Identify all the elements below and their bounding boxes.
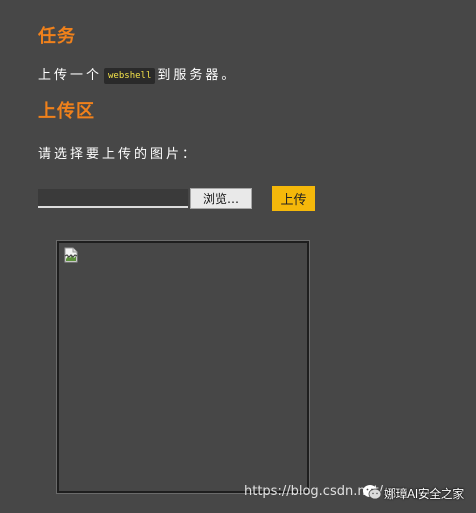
task-description: 上传一个 webshell 到服务器。 bbox=[38, 64, 237, 84]
task-text-before: 上传一个 bbox=[38, 68, 103, 83]
file-path-field[interactable] bbox=[38, 189, 188, 208]
upload-heading: 上传区 bbox=[38, 101, 95, 122]
webshell-code: webshell bbox=[104, 68, 156, 84]
browse-button[interactable]: 浏览… bbox=[190, 188, 252, 209]
page: 任务 上传一个 webshell 到服务器。 上传区 请选择要上传的图片： 浏览… … bbox=[0, 0, 476, 513]
image-preview-box bbox=[56, 240, 310, 494]
watermark-name: 娜璋AI安全之家 bbox=[384, 487, 464, 501]
task-heading: 任务 bbox=[38, 26, 76, 47]
task-text-after: 到服务器。 bbox=[157, 68, 238, 83]
upload-button[interactable]: 上传 bbox=[272, 186, 315, 211]
broken-image-icon bbox=[64, 247, 78, 263]
upload-instruction: 请选择要上传的图片： bbox=[38, 147, 199, 162]
wechat-icon bbox=[363, 485, 382, 500]
